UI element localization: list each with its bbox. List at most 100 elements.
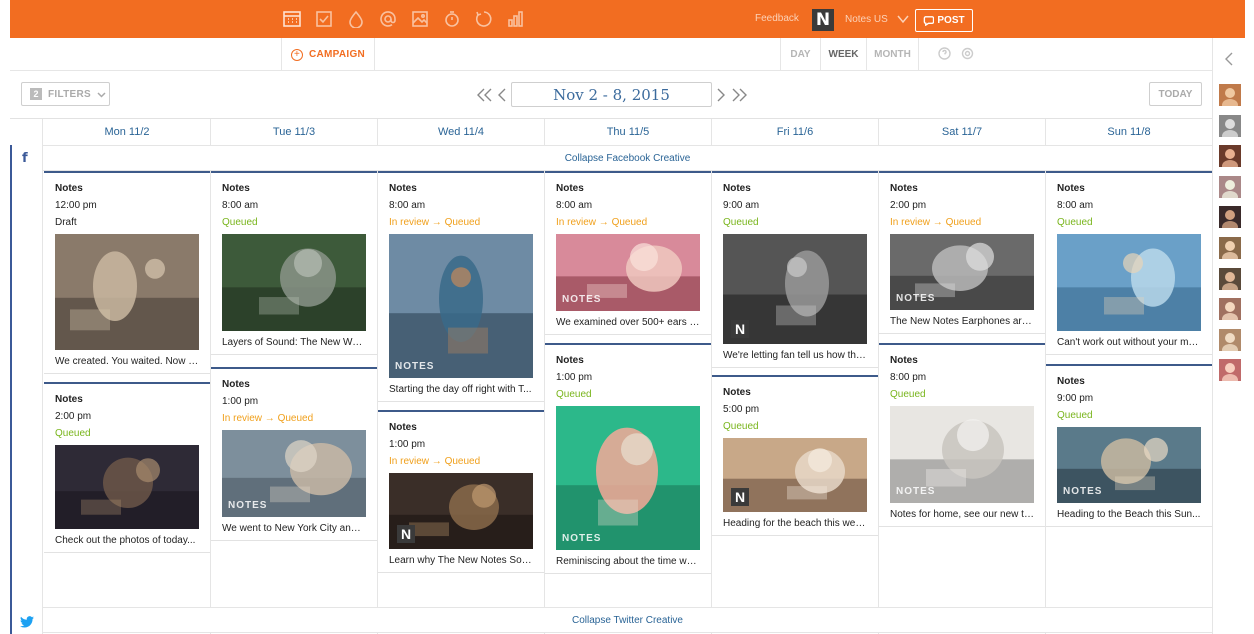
post-card[interactable]: Notes 9:00 pm Queued NOTES Heading to th… <box>1046 364 1212 527</box>
chevron-left-icon[interactable] <box>498 86 506 104</box>
avatar[interactable] <box>1219 237 1241 264</box>
mention-icon[interactable] <box>378 9 398 29</box>
feedback-link[interactable]: Feedback <box>755 13 799 24</box>
day-header[interactable]: Fri 11/6 <box>712 119 879 145</box>
analytics-icon[interactable] <box>506 9 526 29</box>
facebook-rail <box>10 145 12 634</box>
post-time: 12:00 pm <box>55 200 97 211</box>
avatar[interactable] <box>1219 298 1241 326</box>
post-card[interactable]: Notes 8:00 am In review → Queued NOTES W… <box>545 171 711 335</box>
day-header[interactable]: Tue 11/3 <box>211 119 378 145</box>
calendar-icon[interactable] <box>282 9 302 29</box>
avatar[interactable] <box>1219 114 1241 142</box>
post-caption: We went to New York City and ... <box>222 523 366 534</box>
day-header[interactable]: Sun 11/8 <box>1046 119 1213 145</box>
drop-icon[interactable] <box>346 9 366 29</box>
avatar[interactable] <box>1219 145 1241 173</box>
filters-label: FILTERS <box>48 88 92 100</box>
image-icon[interactable] <box>410 9 430 29</box>
post-card[interactable]: Notes 2:00 pm Queued Check out the photo… <box>44 382 210 553</box>
avatar[interactable] <box>1219 175 1241 203</box>
post-image[interactable]: NOTES <box>556 406 700 550</box>
post-card[interactable]: Notes 1:00 pm In review → Queued N Learn… <box>378 410 544 573</box>
post-card[interactable]: Notes 9:00 am Queued N We're letting fan… <box>712 171 878 368</box>
day-header[interactable]: Mon 11/2 <box>44 119 211 145</box>
post-card[interactable]: Notes 8:00 am Queued Layers of Sound: Th… <box>211 171 377 355</box>
post-account: Notes <box>222 379 250 390</box>
post-account: Notes <box>55 394 83 405</box>
post-image-art <box>55 445 199 529</box>
post-button[interactable]: POST <box>915 9 973 32</box>
post-status: Queued <box>556 389 592 400</box>
post-image[interactable] <box>222 234 366 331</box>
post-card[interactable]: Notes 1:00 pm In review → Queued NOTES W… <box>211 367 377 541</box>
double-chevron-right-icon[interactable] <box>731 86 747 104</box>
avatar-image <box>1219 328 1241 356</box>
post-image[interactable]: N <box>723 234 867 344</box>
circle-icon[interactable] <box>474 9 494 29</box>
view-tabs: DAY WEEK MONTH <box>780 38 919 71</box>
post-status: In review → Queued <box>389 456 481 467</box>
post-image[interactable] <box>55 445 199 529</box>
post-status: Draft <box>55 217 77 228</box>
post-card[interactable]: Notes 12:00 pm Draft We created. You wai… <box>44 171 210 374</box>
tab-month[interactable]: MONTH <box>867 38 919 71</box>
account-switcher[interactable]: Notes US <box>845 14 888 25</box>
post-account: Notes <box>389 183 417 194</box>
post-image[interactable]: N <box>389 473 533 549</box>
post-time: 8:00 am <box>389 200 426 211</box>
avatar[interactable] <box>1219 328 1241 356</box>
image-watermark: NOTES <box>1063 486 1103 497</box>
post-image[interactable]: NOTES <box>890 406 1034 503</box>
post-image[interactable]: N <box>723 438 867 512</box>
post-card[interactable]: Notes 8:00 am In review → Queued NOTES S… <box>378 171 544 402</box>
post-image[interactable]: NOTES <box>890 234 1034 310</box>
post-caption: Reminiscing about the time we ... <box>556 556 700 567</box>
post-image[interactable] <box>1057 234 1201 331</box>
avatar-image <box>1219 359 1241 387</box>
filters-button[interactable]: 2 FILTERS <box>21 82 110 106</box>
today-button[interactable]: TODAY <box>1149 82 1202 106</box>
chevron-right-icon[interactable] <box>717 86 725 104</box>
chevron-down-icon[interactable] <box>897 12 909 24</box>
plus-icon: + <box>290 48 303 61</box>
collapse-facebook-button[interactable]: Collapse Facebook Creative <box>43 145 1212 171</box>
date-range-picker[interactable]: Nov 2 - 8, 2015 <box>511 82 712 107</box>
post-status: Queued <box>55 428 91 439</box>
tab-day[interactable]: DAY <box>781 38 821 71</box>
help-icon[interactable] <box>938 47 951 65</box>
post-card[interactable]: Notes 8:00 pm Queued NOTES Notes for hom… <box>879 343 1045 527</box>
avatar[interactable] <box>1219 84 1241 111</box>
post-image[interactable]: NOTES <box>1057 427 1201 503</box>
chevron-down-icon <box>97 91 106 98</box>
gear-icon[interactable] <box>961 47 974 65</box>
post-card[interactable]: Notes 5:00 pm Queued N Heading for the b… <box>712 375 878 536</box>
post-card[interactable]: Notes 8:00 am Queued Can't work out with… <box>1046 171 1212 355</box>
post-image[interactable] <box>55 234 199 350</box>
campaign-button[interactable]: + CAMPAIGN <box>281 38 375 71</box>
post-account: Notes <box>556 183 584 194</box>
avatar[interactable] <box>1219 267 1241 295</box>
post-image[interactable]: NOTES <box>222 430 366 517</box>
avatar[interactable] <box>1219 359 1241 387</box>
timer-icon[interactable] <box>442 9 462 29</box>
chevron-left-icon[interactable] <box>1224 52 1236 66</box>
post-account: Notes <box>389 422 417 433</box>
day-header[interactable]: Sat 11/7 <box>879 119 1046 145</box>
day-header[interactable]: Thu 11/5 <box>545 119 712 145</box>
collapse-twitter-button[interactable]: Collapse Twitter Creative <box>43 607 1212 633</box>
day-header[interactable]: Wed 11/4 <box>378 119 545 145</box>
post-card[interactable]: Notes 1:00 pm Queued NOTES Reminiscing a… <box>545 343 711 574</box>
post-status: In review → Queued <box>890 217 982 228</box>
post-account: Notes <box>222 183 250 194</box>
tab-week[interactable]: WEEK <box>821 38 867 71</box>
team-sidebar <box>1212 38 1245 634</box>
drafts-icon[interactable] <box>314 9 334 29</box>
post-image[interactable]: NOTES <box>389 234 533 378</box>
post-time: 9:00 pm <box>1057 393 1094 404</box>
avatar[interactable] <box>1219 206 1241 234</box>
double-chevron-left-icon[interactable] <box>477 86 493 104</box>
image-watermark: NOTES <box>228 500 268 511</box>
post-card[interactable]: Notes 2:00 pm In review → Queued NOTES T… <box>879 171 1045 334</box>
post-image[interactable]: NOTES <box>556 234 700 311</box>
